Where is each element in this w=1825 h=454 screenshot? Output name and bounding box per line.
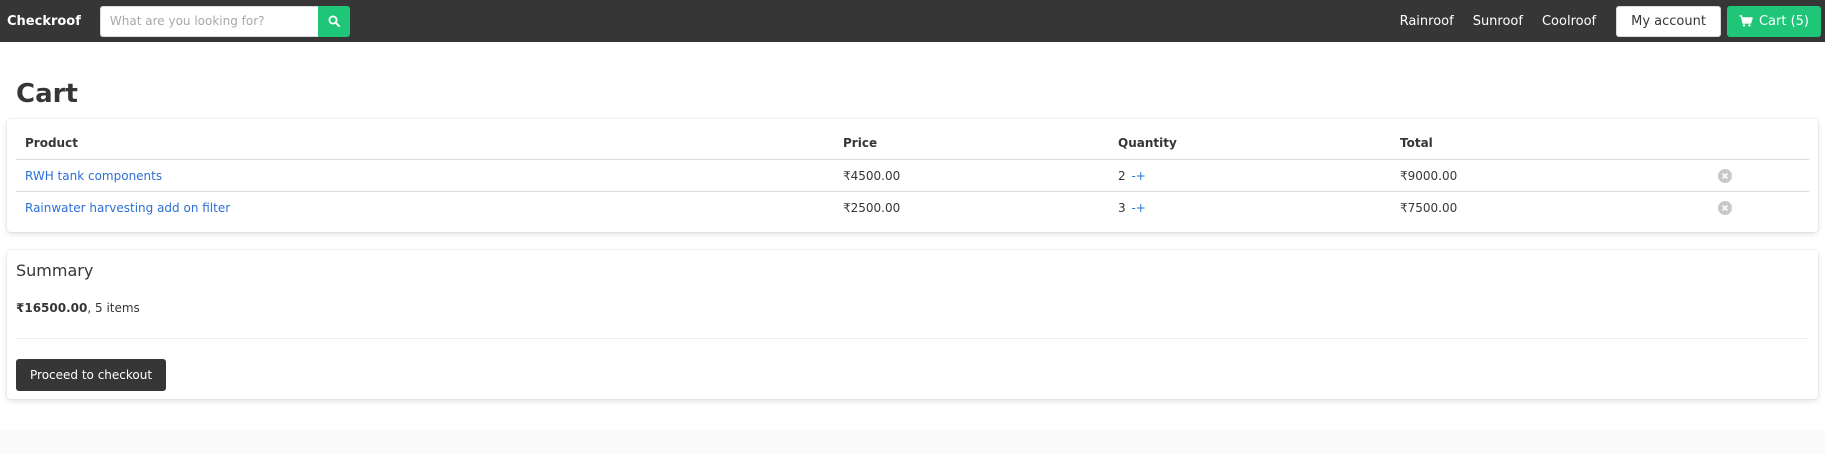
quantity-value: 2 xyxy=(1118,168,1126,183)
remove-item-icon[interactable] xyxy=(1718,168,1732,183)
search-icon xyxy=(328,15,340,27)
total-cell: ₹9000.00 xyxy=(1391,159,1666,192)
quantity-stepper[interactable]: -+ xyxy=(1131,201,1145,215)
summary-total: ₹16500.00 xyxy=(16,301,88,315)
page-title: Cart xyxy=(16,79,78,109)
column-header-quantity: Quantity xyxy=(1109,127,1391,160)
product-link[interactable]: Rainwater harvesting add on filter xyxy=(25,201,230,215)
cart-card: Product Price Quantity Total RWH tank co… xyxy=(7,119,1818,232)
table-row: Rainwater harvesting add on filter ₹2500… xyxy=(16,192,1809,224)
column-header-remove xyxy=(1666,127,1809,160)
total-cell: ₹7500.00 xyxy=(1400,200,1458,215)
cart-table: Product Price Quantity Total RWH tank co… xyxy=(16,127,1809,223)
summary-items-count: , 5 items xyxy=(87,301,140,315)
cart-button[interactable]: Cart (5) xyxy=(1726,5,1821,37)
quantity-cell: 3 -+ xyxy=(1109,192,1391,224)
nav-right: Rainroof Sunroof Coolroof My account Car… xyxy=(1400,0,1825,42)
summary-line: ₹16500.00, 5 items xyxy=(16,301,140,315)
shopping-cart-icon xyxy=(1739,15,1753,27)
footer xyxy=(0,430,1825,454)
nav-link-rainroof[interactable]: Rainroof xyxy=(1400,14,1454,29)
search-bar xyxy=(99,5,350,37)
brand-logo[interactable]: Checkroof xyxy=(7,14,81,29)
column-header-price: Price xyxy=(834,127,1109,160)
search-button[interactable] xyxy=(317,5,350,37)
navbar: Checkroof Rainroof Sunroof Coolroof My a… xyxy=(0,0,1825,42)
nav-link-sunroof[interactable]: Sunroof xyxy=(1473,14,1523,29)
proceed-to-checkout-button[interactable]: Proceed to checkout xyxy=(16,359,167,391)
quantity-cell: 2 -+ xyxy=(1109,159,1391,192)
price-cell: ₹2500.00 xyxy=(843,200,901,215)
price-cell: ₹4500.00 xyxy=(834,159,1109,192)
cart-button-label: Cart (5) xyxy=(1758,13,1809,29)
cart-table-header: Product Price Quantity Total xyxy=(16,127,1809,160)
nav-link-coolroof[interactable]: Coolroof xyxy=(1542,14,1596,29)
summary-card: Summary ₹16500.00, 5 items Proceed to ch… xyxy=(7,250,1818,399)
search-input[interactable] xyxy=(99,5,318,37)
my-account-button[interactable]: My account xyxy=(1616,5,1721,37)
summary-title: Summary xyxy=(16,261,94,280)
column-header-product: Product xyxy=(16,127,834,160)
summary-divider xyxy=(16,338,1809,339)
column-header-total: Total xyxy=(1391,127,1666,160)
product-link[interactable]: RWH tank components xyxy=(25,169,162,183)
quantity-value: 3 xyxy=(1118,200,1126,215)
remove-item-icon[interactable] xyxy=(1718,200,1732,215)
table-row: RWH tank components ₹4500.00 2 -+ ₹9000.… xyxy=(16,159,1809,192)
quantity-stepper[interactable]: -+ xyxy=(1131,169,1145,183)
